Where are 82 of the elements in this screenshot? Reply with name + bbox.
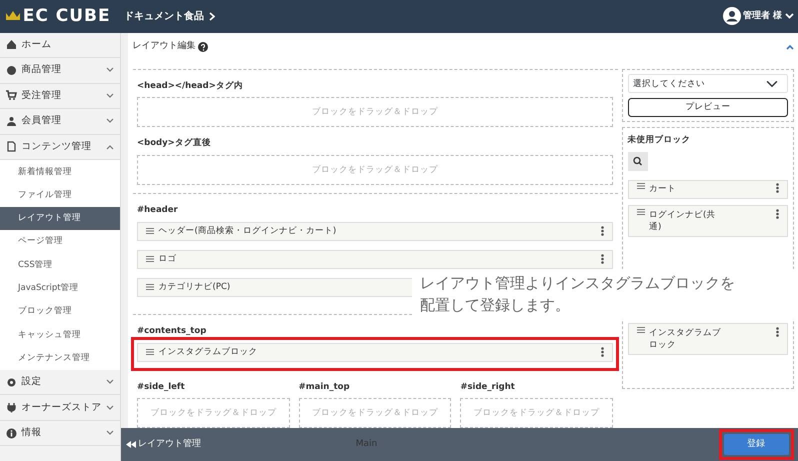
drag-handle-icon [636, 208, 644, 215]
sidebar-subitem[interactable]: キャッシュ管理 [0, 323, 120, 347]
chevron-icon [106, 144, 114, 150]
chevron-icon [106, 67, 114, 74]
sidebar-subitem[interactable]: ファイル管理 [0, 184, 120, 207]
sidebar-subitem[interactable]: 新着情報管理 [0, 160, 120, 184]
sidebar-item[interactable]: 商品管理 [0, 58, 120, 84]
unused-block[interactable]: カート [628, 180, 788, 200]
more-icon [601, 226, 604, 236]
register-button[interactable]: 登録 [724, 434, 788, 456]
drag-handle-icon [146, 349, 154, 356]
section-label: <head></head>タグ内 [137, 80, 243, 92]
info-icon [6, 428, 17, 439]
chevron-icon [106, 92, 114, 99]
user-name[interactable]: 管理者 様 [743, 10, 782, 24]
section-label: #main_top [298, 380, 350, 394]
crown-icon [4, 10, 20, 22]
block-name: カテゴリナビ(PC) [158, 281, 230, 294]
annotation-text: 配置して登録します。 [420, 294, 571, 316]
block-name: ログインナビ(共通) [649, 208, 716, 234]
block-name: カート [649, 183, 677, 196]
home-icon [6, 39, 17, 50]
collapse-icon [786, 44, 794, 50]
drag-handle-icon [636, 183, 644, 190]
users-icon [6, 116, 17, 127]
drag-handle-icon [146, 284, 154, 290]
panel-title: レイアウト編集 [132, 40, 196, 53]
block-name: インスタグラムブロック [649, 326, 722, 352]
unused-block[interactable]: インスタグラムブロック [628, 323, 788, 356]
back-icon [126, 441, 136, 448]
settings-icon [6, 376, 17, 388]
back-link[interactable]: レイアウト管理 [138, 438, 201, 452]
section-label: #contents_top [137, 324, 206, 338]
unused-block[interactable]: ログインナビ(共通) [628, 205, 788, 238]
more-icon [776, 183, 779, 194]
chevron-icon [106, 379, 114, 386]
breadcrumb-link[interactable]: ドキュメント食品 [124, 8, 204, 24]
section-label: #header [137, 204, 178, 217]
help-icon [198, 42, 208, 52]
section-label: #side_right [460, 380, 515, 394]
section-label: #side_left [137, 380, 185, 394]
block-name: ロゴ [158, 253, 176, 266]
block-name: インスタグラムブロック [158, 346, 258, 359]
unused-title: 未使用ブロック [628, 134, 690, 148]
sidebar-subitem[interactable]: メンテナンス管理 [0, 346, 120, 370]
sidebar-subitem[interactable]: レイアウト管理 [0, 206, 120, 230]
chevron-icon [106, 118, 114, 124]
chevron-right-icon [208, 12, 215, 21]
sidebar-subitem[interactable]: JavaScript管理 [0, 276, 120, 300]
sidebar-item[interactable]: 受注管理 [0, 84, 120, 110]
sidebar-subitem[interactable]: ブロック管理 [0, 300, 120, 324]
sidebar-item[interactable]: オーナーズストア [0, 395, 120, 421]
drag-handle-icon [636, 326, 644, 333]
layout-block[interactable]: ヘッダー(商品検索・ログインナビ・カート) [137, 222, 613, 241]
chevron-icon [106, 404, 114, 411]
section-label: <body>タグ直後 [137, 137, 211, 150]
document-icon [6, 141, 17, 152]
block-name: ヘッダー(商品検索・ログインナビ・カート) [158, 225, 336, 238]
plug-icon [6, 402, 17, 414]
layout-block[interactable]: インスタグラムブロック [137, 342, 613, 362]
sidebar-item[interactable]: 設定 [0, 370, 120, 396]
layout-select[interactable]: 選択してください [628, 74, 788, 94]
preview-button[interactable]: プレビュー [628, 98, 788, 117]
drag-handle-icon [146, 256, 154, 262]
more-icon [776, 326, 779, 337]
sidebar-item[interactable]: ホーム [0, 32, 120, 58]
footer-label: Main [356, 438, 378, 451]
chevron-icon [106, 430, 114, 436]
search-icon [628, 152, 648, 172]
more-icon [776, 208, 779, 219]
avatar-icon [722, 7, 741, 26]
more-icon [601, 347, 604, 358]
sidebar-subitem[interactable]: ページ管理 [0, 230, 120, 254]
logo: EC CUBE [22, 4, 111, 28]
cart-icon [6, 90, 17, 102]
sidebar-item[interactable]: 情報 [0, 420, 120, 446]
chevron-down-icon [784, 13, 794, 20]
sidebar-subitem[interactable]: CSS管理 [0, 253, 120, 277]
drag-handle-icon [146, 228, 154, 234]
layout-block[interactable]: ロゴ [137, 250, 613, 269]
sidebar-item[interactable]: 会員管理 [0, 109, 120, 135]
more-icon [601, 254, 604, 264]
